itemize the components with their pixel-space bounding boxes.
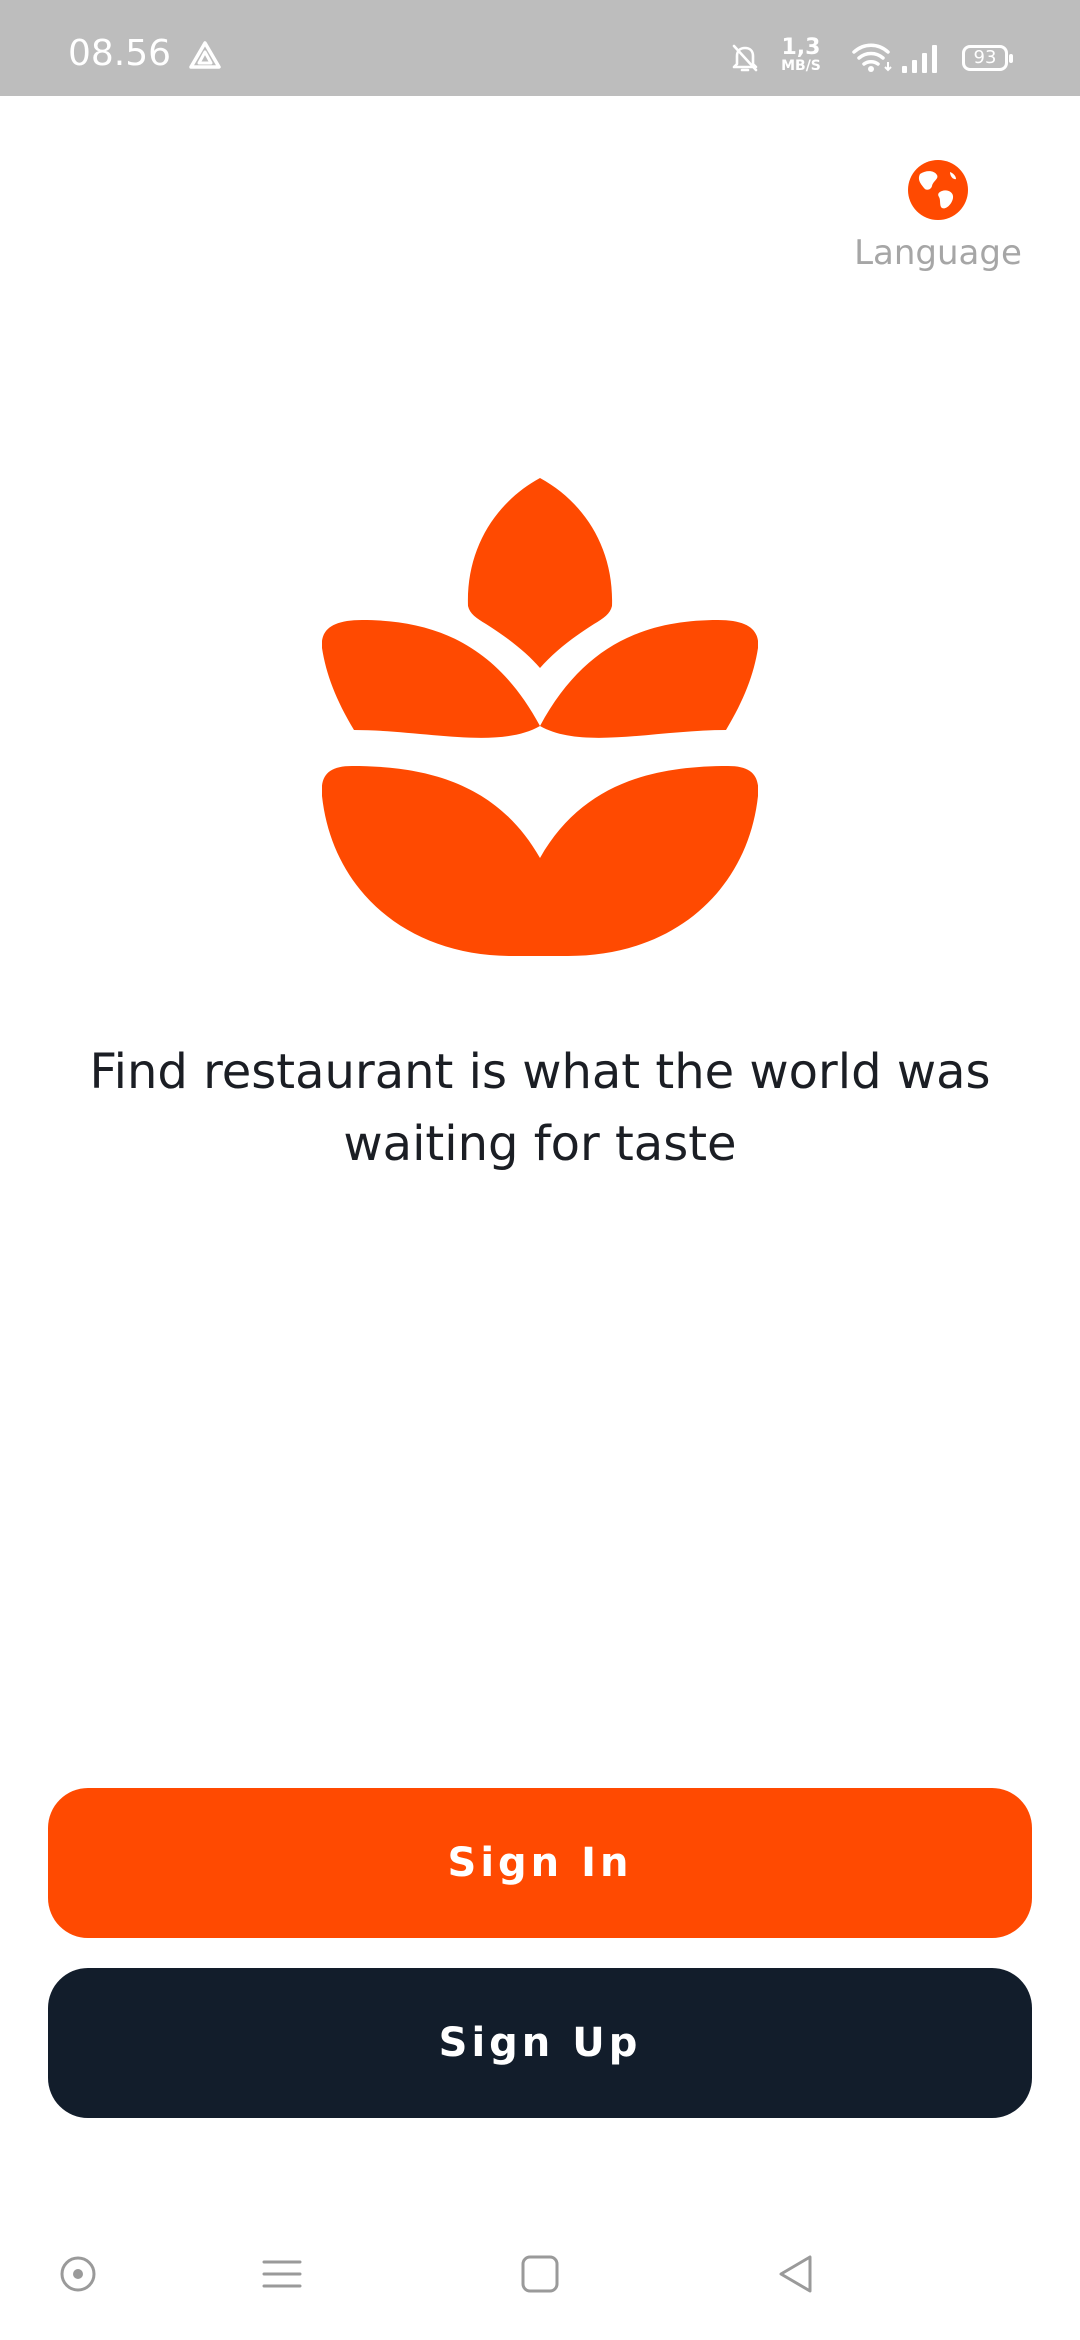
sign-up-button[interactable]: Sign Up [48,1968,1032,2118]
signal-icon [900,42,940,79]
language-button[interactable]: Language [848,158,1028,273]
wifi-icon [850,40,894,79]
tagline: Find restaurant is what the world was wa… [89,1044,991,1172]
bell-off-icon [730,42,760,79]
circle-dot-icon[interactable] [58,2254,98,2299]
system-nav-bar [0,2210,1080,2340]
globe-icon [906,158,970,227]
back-triangle-icon[interactable] [776,2254,816,2299]
status-time: 08.56 [68,33,172,74]
leaf-logo-icon [321,478,759,965]
home-square-icon[interactable] [520,2254,560,2299]
speed-unit: MB/S [781,58,821,74]
network-speed: 1,3 MB/S [766,35,836,75]
drive-icon [188,40,222,75]
menu-icon[interactable] [262,2254,302,2299]
speed-value: 1,3 [781,35,821,60]
sign-in-button[interactable]: Sign In [48,1788,1032,1938]
status-icons: 1,3 MB/S 93 [660,0,1080,96]
battery-icon: 93 [962,45,1013,71]
status-bar: 08.56 1,3 MB/S 93 [0,0,1080,96]
language-label: Language [854,233,1022,273]
